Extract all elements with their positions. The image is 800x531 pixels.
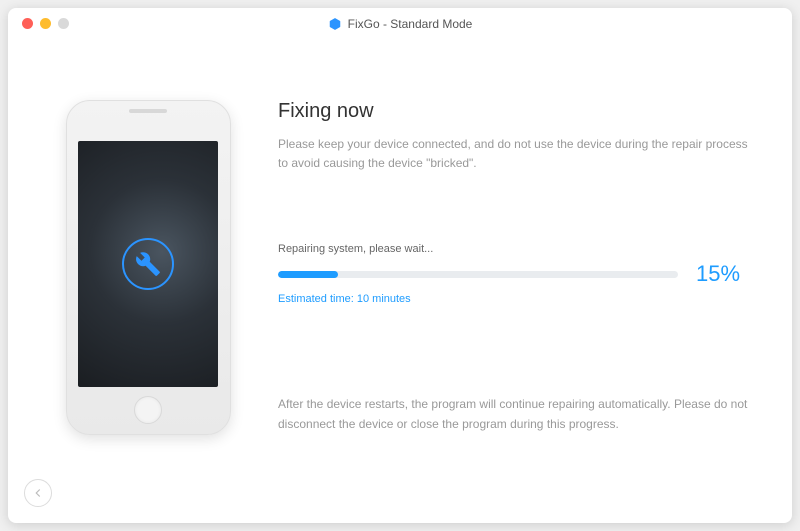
app-window: FixGo - Standard Mode Fixing now Please … bbox=[8, 8, 792, 523]
page-heading: Fixing now bbox=[278, 100, 752, 123]
progress-percent: 15% bbox=[696, 261, 740, 287]
progress-section: Repairing system, please wait... 15% Est… bbox=[278, 243, 752, 305]
title-center: FixGo - Standard Mode bbox=[8, 17, 792, 31]
estimated-time: Estimated time: 10 minutes bbox=[278, 293, 752, 305]
close-button[interactable] bbox=[22, 18, 33, 29]
arrow-left-icon bbox=[31, 486, 45, 500]
wrench-icon bbox=[122, 238, 174, 290]
description-text: Please keep your device connected, and d… bbox=[278, 135, 748, 173]
content-area: Fixing now Please keep your device conne… bbox=[8, 40, 792, 523]
progress-row: 15% bbox=[278, 261, 752, 287]
progress-bar-fill bbox=[278, 271, 338, 278]
phone-speaker bbox=[129, 109, 167, 113]
phone-screen bbox=[78, 141, 218, 387]
minimize-button[interactable] bbox=[40, 18, 51, 29]
window-title: FixGo - Standard Mode bbox=[348, 17, 473, 31]
info-column: Fixing now Please keep your device conne… bbox=[248, 100, 752, 493]
footer-note: After the device restarts, the program w… bbox=[278, 395, 748, 433]
progress-status-label: Repairing system, please wait... bbox=[278, 243, 752, 255]
phone-home-button bbox=[134, 396, 162, 424]
maximize-button[interactable] bbox=[58, 18, 69, 29]
phone-illustration bbox=[66, 100, 231, 435]
device-illustration-column bbox=[48, 100, 248, 493]
progress-bar bbox=[278, 271, 678, 278]
back-button[interactable] bbox=[24, 479, 52, 507]
app-logo-icon bbox=[328, 17, 342, 31]
window-controls bbox=[8, 18, 69, 29]
titlebar: FixGo - Standard Mode bbox=[8, 8, 792, 40]
